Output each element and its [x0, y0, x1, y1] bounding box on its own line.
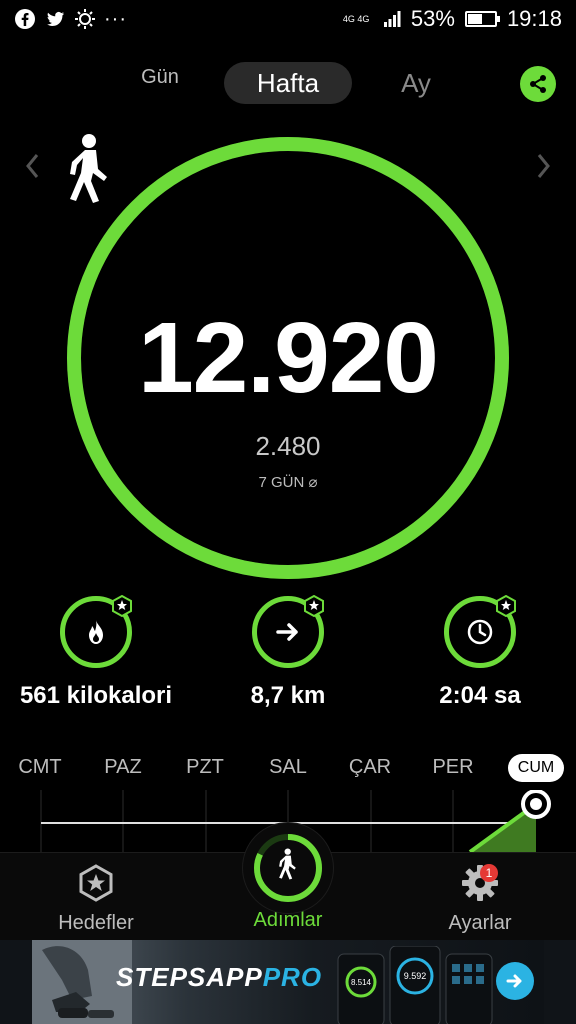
day-label-car[interactable]: ÇAR — [335, 752, 405, 782]
signal-icon — [383, 11, 401, 27]
clock: 19:18 — [506, 6, 562, 31]
settings-notification-badge: 1 — [480, 864, 498, 882]
flame-icon — [89, 620, 103, 644]
previous-period-button[interactable] — [18, 150, 48, 190]
day-label-paz[interactable]: PAZ — [88, 752, 158, 782]
duration-stat[interactable]: 2:04 sa — [385, 595, 575, 710]
chevron-right-icon — [537, 154, 550, 178]
star-badge-icon — [112, 595, 132, 617]
ad-phone-value: 8.514 — [351, 978, 372, 987]
tab-week[interactable]: Hafta — [224, 62, 352, 104]
calories-stat[interactable]: 561 kilokalori — [1, 595, 191, 710]
calories-badge — [60, 595, 132, 668]
walking-icon — [70, 134, 107, 203]
tab-month[interactable]: Ay — [380, 62, 452, 104]
ad-logo-app: APP — [206, 962, 263, 992]
distance-badge — [252, 595, 324, 668]
duration-value: 2:04 sa — [439, 682, 521, 709]
ad-phones-image: 8.514 9.592 — [337, 946, 493, 1024]
nav-goals[interactable]: Hedefler — [16, 863, 176, 935]
calories-value: 561 kilokalori — [19, 682, 173, 709]
period-tabs: Gün Hafta Ay — [0, 62, 576, 108]
tab-day[interactable]: Gün — [120, 62, 200, 104]
duration-badge — [444, 595, 516, 668]
ad-logo: STEPSAPPPRO — [116, 962, 322, 993]
distance-stat[interactable]: 8,7 km — [193, 595, 383, 710]
average-label: 7 GÜN ⌀ — [258, 474, 318, 491]
brightness-icon — [75, 9, 95, 29]
chevron-left-icon — [26, 154, 39, 178]
ad-content[interactable]: STEPSAPPPRO 8.514 9.592 — [32, 940, 544, 1024]
distance-value: 8,7 km — [250, 682, 326, 709]
day-label-per[interactable]: PER — [418, 752, 488, 782]
nav-goals-label: Hedefler — [58, 912, 134, 934]
clock-icon — [467, 619, 493, 645]
ad-logo-pro: PRO — [262, 962, 323, 992]
more-dots-icon: ··· — [104, 8, 127, 30]
ad-logo-steps: STEPS — [116, 962, 207, 992]
day-label-cum[interactable]: CUM — [508, 754, 564, 782]
goals-star-icon — [79, 864, 113, 902]
day-label-pzt[interactable]: PZT — [170, 752, 240, 782]
day-label-sal[interactable]: SAL — [253, 752, 323, 782]
share-icon — [530, 75, 546, 93]
status-bar: ··· 4G 4G 53% 19:18 — [0, 0, 576, 40]
arrow-right-icon — [506, 974, 522, 988]
week-days: CMT PAZ PZT SAL ÇAR PER CUM — [0, 752, 576, 782]
steps-nav-icon[interactable] — [252, 832, 324, 904]
next-period-button[interactable] — [528, 150, 558, 190]
arrow-right-icon — [276, 623, 298, 641]
share-button[interactable] — [520, 66, 556, 102]
steps-count: 12.920 — [138, 302, 439, 414]
average-steps: 2.480 — [255, 431, 321, 461]
facebook-icon — [15, 9, 35, 29]
nav-settings-label: Ayarlar — [448, 912, 512, 934]
ad-open-button[interactable] — [496, 962, 534, 1000]
twitter-icon — [47, 11, 64, 26]
network-indicator: 4G 4G — [342, 13, 370, 24]
ad-banner[interactable]: STEPSAPPPRO 8.514 9.592 — [0, 940, 576, 1024]
steps-progress-ring: 12.920 2.480 7 GÜN ⌀ — [63, 133, 513, 583]
battery-percent: 53% — [410, 6, 455, 31]
ad-phone-value: 9.592 — [404, 971, 427, 981]
star-badge-icon — [496, 595, 516, 617]
battery-icon — [464, 11, 500, 27]
day-label-cmt[interactable]: CMT — [5, 752, 75, 782]
star-badge-icon — [304, 595, 324, 617]
